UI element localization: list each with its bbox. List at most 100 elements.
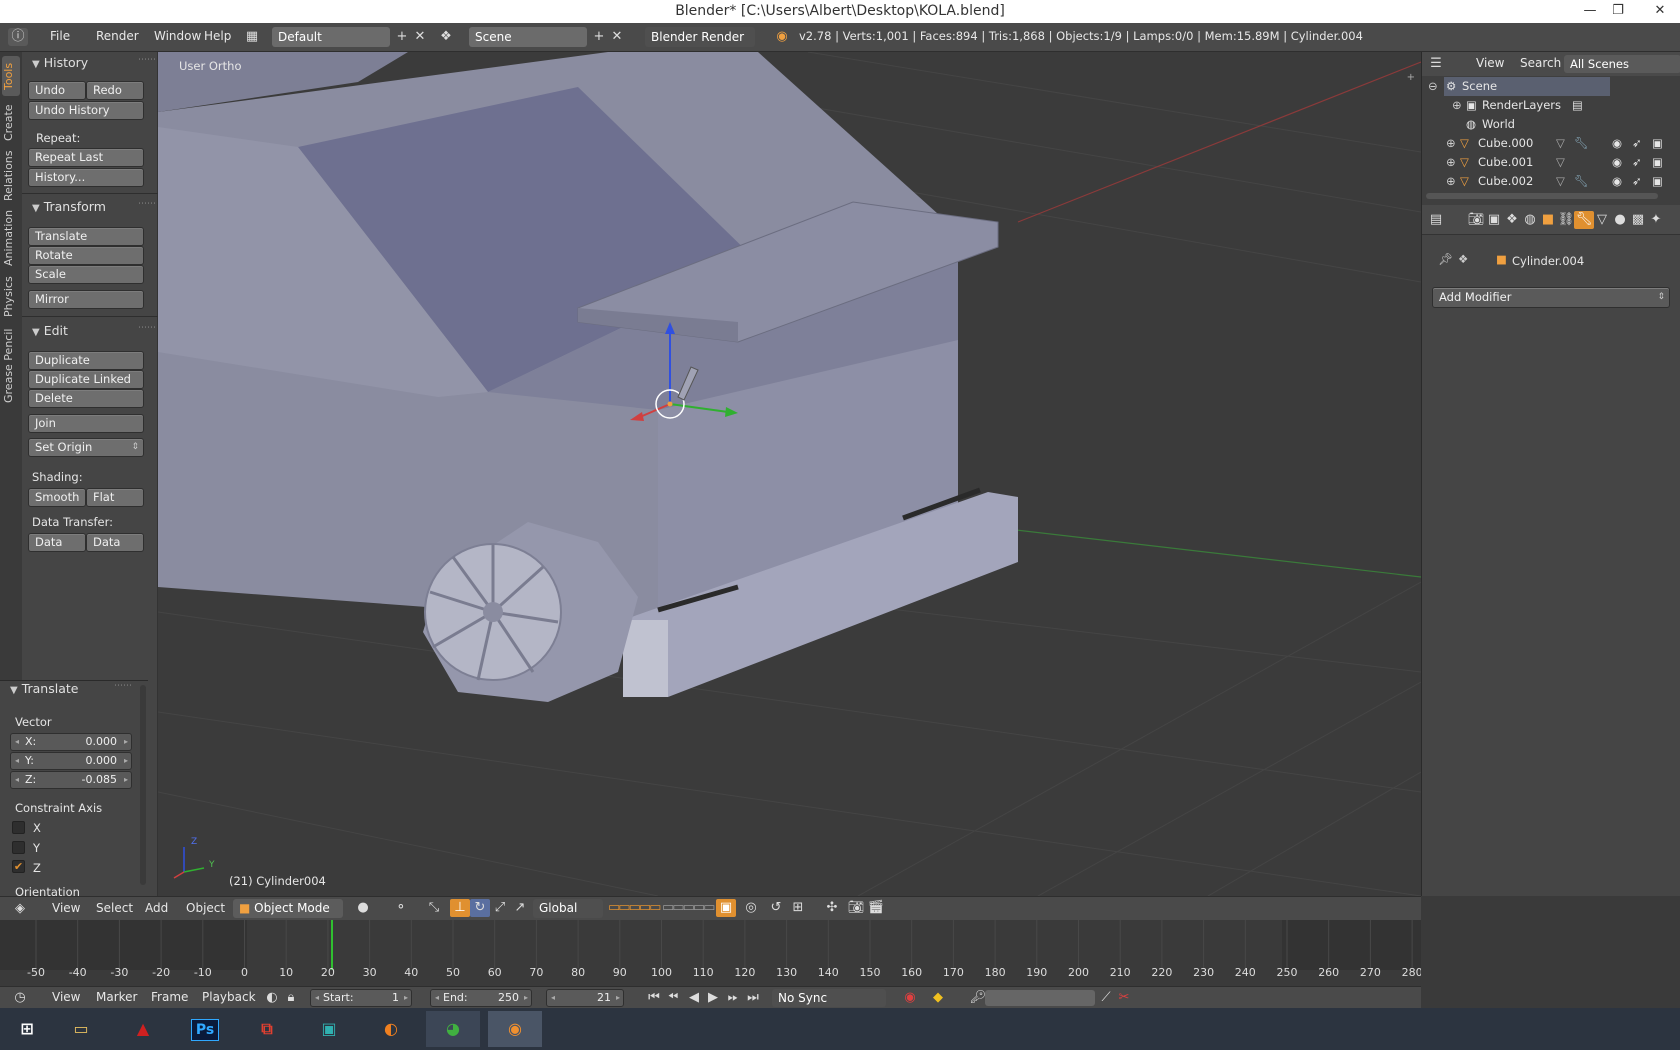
outliner-item-cube-002[interactable]: ⊕ ▽ Cube.002 ▽ 🔧︎ ◉ ➶ ▣	[1422, 172, 1680, 191]
snap-element-icon[interactable]: ⊞	[788, 899, 808, 917]
menu-render[interactable]: Render	[96, 29, 139, 43]
menu-help[interactable]: Help	[204, 29, 231, 43]
current-frame-playhead[interactable]	[331, 920, 334, 970]
marker-menu[interactable]: Marker	[96, 990, 137, 1004]
repeat-last-button[interactable]: Repeat Last	[28, 148, 144, 167]
drag-grip-icon[interactable]: ⋯⋯	[138, 323, 156, 333]
keying-set-icon[interactable]: ◆	[928, 989, 948, 1007]
transform-orientation-select[interactable]: Global	[533, 899, 603, 918]
add-scene-icon[interactable]: +	[589, 28, 609, 46]
add-menu[interactable]: Add	[145, 901, 168, 915]
vector-x-field[interactable]: ◂ X: 0.000 ▸	[10, 733, 132, 751]
constraint-y-checkbox[interactable]	[12, 841, 25, 854]
decrement-arrow-icon[interactable]: ◂	[15, 772, 19, 788]
rotate-button[interactable]: Rotate	[28, 246, 144, 265]
acrobat-icon[interactable]: ▲	[116, 1011, 170, 1047]
chrome-icon[interactable]: ◕	[426, 1011, 480, 1047]
play-icon[interactable]: ▶	[703, 989, 723, 1007]
add-modifier-select[interactable]: Add Modifier ⇕	[1432, 287, 1670, 308]
snap-target-icon[interactable]: ✣	[822, 899, 842, 917]
visibility-eye-icon[interactable]: ◉	[1612, 134, 1622, 153]
decrement-arrow-icon[interactable]: ◂	[435, 990, 439, 1006]
increment-arrow-icon[interactable]: ▸	[124, 753, 128, 769]
layers-row-2-icon[interactable]: ▭▭▭▭▭	[662, 899, 715, 917]
next-keyframe-icon[interactable]: ⏩︎	[723, 989, 743, 1007]
properties-editor-icon[interactable]: ▤	[1426, 211, 1446, 229]
sync-mode-select[interactable]: No Sync	[772, 989, 886, 1007]
undo-history-button[interactable]: Undo History	[28, 101, 144, 120]
translate-operator-header[interactable]: ▼ Translate ⋯⋯	[10, 681, 132, 699]
renderable-camera-icon[interactable]: ▣	[1652, 172, 1663, 191]
manipulator-toggle-icon[interactable]: ⤡	[424, 899, 444, 917]
3d-viewport[interactable]: User Ortho Z Y (21) Cylinder004 +	[158, 52, 1421, 896]
sketchup-icon[interactable]: ⧉	[240, 1011, 294, 1047]
file-explorer-icon[interactable]: ▭	[54, 1011, 108, 1047]
prev-keyframe-icon[interactable]: ⏪︎	[663, 989, 683, 1007]
object-menu[interactable]: Object	[186, 901, 225, 915]
material-tab-icon[interactable]: ●	[1610, 211, 1630, 229]
data-button[interactable]: Data	[28, 533, 86, 552]
minimize-button[interactable]: —	[1575, 0, 1605, 22]
jump-start-icon[interactable]: ⏮	[644, 989, 664, 1007]
maximize-button[interactable]: ❐	[1603, 0, 1633, 22]
timeline-editor-icon[interactable]: ◷	[10, 989, 30, 1007]
constraint-z-checkbox[interactable]: ✔	[12, 860, 25, 873]
tab-grease-pencil[interactable]: Grease Pencil	[2, 326, 20, 406]
pivot-point-icon[interactable]: ⚬	[391, 899, 411, 917]
modifiers-tab-icon[interactable]: 🔧︎	[1574, 211, 1594, 229]
tab-animation[interactable]: Animation	[2, 208, 20, 268]
proportional-edit-icon[interactable]: ◎	[741, 899, 761, 917]
constraints-tab-icon[interactable]: ⛓︎	[1556, 211, 1576, 229]
end-frame-field[interactable]: ◂ End: 250 ▸	[430, 989, 532, 1007]
expand-icon[interactable]: ⊕	[1452, 96, 1462, 115]
edit-panel-header[interactable]: ▼ Edit ⋯⋯	[32, 323, 156, 341]
lock-range-icon[interactable]: 🔒︎	[281, 989, 301, 1007]
scale-button[interactable]: Scale	[28, 265, 144, 284]
layers-row-1-icon[interactable]: ▭▭▭▭▭	[608, 899, 661, 917]
expand-icon[interactable]: ⊕	[1446, 134, 1456, 153]
active-keying-set-field[interactable]	[985, 990, 1095, 1006]
expand-icon[interactable]: ⊕	[1446, 172, 1456, 191]
delete-button[interactable]: Delete	[28, 389, 144, 408]
translate-manipulator-icon[interactable]: ⊥	[450, 899, 470, 917]
history-panel-header[interactable]: ▼ History ⋯⋯	[32, 55, 156, 73]
current-frame-field[interactable]: ◂ 21 ▸	[546, 989, 624, 1007]
particles-tab-icon[interactable]: ✦	[1646, 211, 1666, 229]
expand-icon[interactable]: ⊕	[1446, 153, 1456, 172]
playback-menu[interactable]: Playback	[202, 990, 256, 1004]
redo-button[interactable]: Redo	[86, 81, 144, 100]
maya-icon[interactable]: ▣	[302, 1011, 356, 1047]
duplicate-linked-button[interactable]: Duplicate Linked	[28, 370, 144, 389]
tab-relations[interactable]: Relations	[2, 150, 20, 202]
outliner-item-world[interactable]: ◍ World	[1422, 115, 1680, 134]
firefox-icon[interactable]: ◐	[364, 1011, 418, 1047]
selectable-cursor-icon[interactable]: ➶	[1632, 153, 1642, 172]
tab-physics[interactable]: Physics	[2, 274, 20, 320]
outliner-item-scene[interactable]: ⊖ ⚙ Scene	[1422, 77, 1680, 96]
transform-panel-header[interactable]: ▼ Transform ⋯⋯	[32, 199, 156, 217]
vector-y-field[interactable]: ◂ Y: 0.000 ▸	[10, 752, 132, 770]
outliner-item-renderlayers[interactable]: ⊕ ▣ RenderLayers ▤	[1422, 96, 1680, 115]
screen-layout-field[interactable]: Default	[272, 27, 390, 47]
outliner-horizontal-scrollbar[interactable]	[1426, 193, 1658, 199]
tab-tools[interactable]: Tools	[2, 56, 20, 96]
outliner-editor-icon[interactable]: ☰	[1426, 55, 1446, 73]
increment-arrow-icon[interactable]: ▸	[404, 990, 408, 1006]
blender-icon[interactable]: ◉	[488, 1011, 542, 1047]
remove-scene-icon[interactable]: ✕	[607, 28, 627, 46]
increment-arrow-icon[interactable]: ▸	[124, 772, 128, 788]
smooth-button[interactable]: Smooth	[28, 488, 86, 507]
outliner-item-cube-001[interactable]: ⊕ ▽ Cube.001 ▽ ◉ ➶ ▣	[1422, 153, 1680, 172]
manipulator-extra-icon[interactable]: ↗	[510, 899, 530, 917]
delete-keyframe-icon[interactable]: ✂	[1114, 989, 1134, 1007]
outliner-search-menu[interactable]: Search	[1520, 56, 1561, 70]
visibility-eye-icon[interactable]: ◉	[1612, 172, 1622, 191]
interaction-mode-select[interactable]: ■ Object Mode	[233, 899, 343, 918]
outliner-item-cube-000[interactable]: ⊕ ▽ Cube.000 ▽ 🔧︎ ◉ ➶ ▣	[1422, 134, 1680, 153]
photoshop-icon[interactable]: Ps	[178, 1011, 232, 1047]
lock-camera-icon[interactable]: ▣	[716, 899, 736, 917]
object-tab-icon[interactable]: ■	[1538, 211, 1558, 229]
operator-panel-scrollbar[interactable]	[140, 685, 146, 885]
render-anim-icon[interactable]: 🎬︎	[866, 899, 886, 917]
timeline[interactable]: -50 -40 -30 -20 -10 0 10 20 30 40 50 60 70 80 90 100 110…	[0, 920, 1423, 986]
